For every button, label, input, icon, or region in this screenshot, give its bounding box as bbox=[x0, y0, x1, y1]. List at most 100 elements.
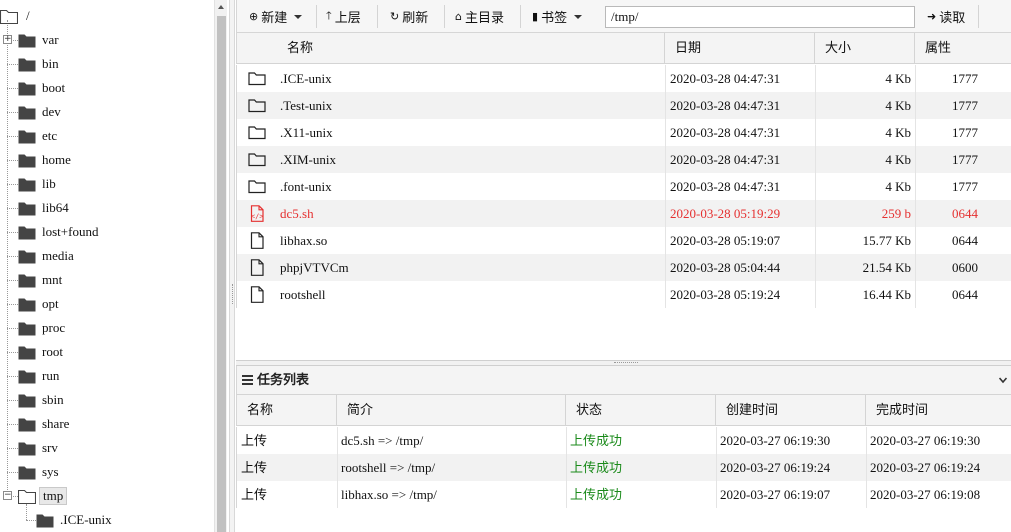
task-row[interactable]: 上传 dc5.sh => /tmp/上传成功 2020-03-27 06:19:30… bbox=[236, 427, 1011, 454]
tree-item-tmp[interactable]: tmp bbox=[18, 484, 68, 508]
task-column-status[interactable]: 状态 bbox=[566, 395, 716, 425]
toolbar-divider bbox=[316, 5, 317, 28]
file-row[interactable]: </> dc5.sh 2020-03-28 05:19:29 259 b 0644 bbox=[236, 200, 1011, 227]
tree-child-item[interactable]: .ICE-unix bbox=[36, 508, 115, 532]
task-name: 上传 bbox=[241, 433, 268, 448]
column-divider bbox=[665, 173, 666, 200]
file-row[interactable]: .X11-unix 2020-03-28 04:47:31 4 Kb 1777 bbox=[236, 119, 1011, 146]
tree-item-run[interactable]: run bbox=[18, 364, 62, 388]
file-date: 2020-03-28 05:04:44 bbox=[670, 260, 781, 275]
tree-root[interactable]: / bbox=[0, 4, 33, 28]
folder-icon bbox=[18, 106, 36, 119]
folder-icon bbox=[18, 58, 36, 71]
tree-item-share[interactable]: share bbox=[18, 412, 72, 436]
tree-branch-line bbox=[7, 448, 18, 449]
file-icon bbox=[250, 259, 264, 276]
task-column-name[interactable]: 名称 bbox=[237, 395, 337, 425]
task-row[interactable]: 上传 rootshell => /tmp/上传成功 2020-03-27 06:19… bbox=[236, 454, 1011, 481]
folder-icon bbox=[18, 130, 36, 143]
task-column-created[interactable]: 创建时间 bbox=[716, 395, 866, 425]
refresh-button[interactable]: ↻ 刷新 bbox=[390, 6, 428, 27]
task-created-time: 2020-03-27 06:19:07 bbox=[720, 487, 831, 502]
file-row[interactable]: libhax.so 2020-03-28 05:19:07 15.77 Kb 0644 bbox=[236, 227, 1011, 254]
column-header-perm[interactable]: 属性 bbox=[915, 33, 1011, 63]
chevron-down-icon[interactable] bbox=[999, 376, 1007, 384]
task-description: libhax.so => /tmp/ bbox=[341, 487, 437, 502]
home-icon: ⌂ bbox=[455, 10, 462, 23]
tree-item-lost-found[interactable]: lost+found bbox=[18, 220, 101, 244]
tree-item-var[interactable]: var bbox=[18, 28, 62, 52]
column-divider bbox=[337, 481, 338, 508]
column-header-name[interactable]: 名称 bbox=[237, 33, 665, 63]
tree-item-dev[interactable]: dev bbox=[18, 100, 64, 124]
splitter-grip bbox=[232, 284, 233, 304]
tree-item-proc[interactable]: proc bbox=[18, 316, 68, 340]
code-file-icon: </> bbox=[251, 205, 264, 222]
toolbar-divider bbox=[377, 5, 378, 28]
tree-item-etc[interactable]: etc bbox=[18, 124, 60, 148]
toolbar-divider bbox=[978, 5, 979, 28]
tree-item-home[interactable]: home bbox=[18, 148, 74, 172]
task-column-done[interactable]: 完成时间 bbox=[866, 395, 1011, 425]
file-row[interactable]: phpjVTVCm 2020-03-28 05:04:44 21.54 Kb 0600 bbox=[236, 254, 1011, 281]
tree-item-lib[interactable]: lib bbox=[18, 172, 59, 196]
bookmark-button[interactable]: ▮ 书签 bbox=[532, 6, 583, 27]
new-button[interactable]: ⊕ 新建 bbox=[249, 6, 303, 27]
path-input[interactable] bbox=[605, 6, 915, 28]
directory-tree: + − / var bin boot dev etc home lib lib64 lost+fou… bbox=[0, 0, 230, 532]
file-icon bbox=[250, 286, 264, 303]
file-name: rootshell bbox=[280, 287, 326, 302]
column-divider bbox=[566, 454, 567, 481]
collapse-toggle-icon[interactable]: − bbox=[3, 491, 12, 500]
file-row[interactable]: .ICE-unix 2020-03-28 04:47:31 4 Kb 1777 bbox=[236, 65, 1011, 92]
tree-item-media[interactable]: media bbox=[18, 244, 77, 268]
file-row[interactable]: rootshell 2020-03-28 05:19:24 16.44 Kb 0644 bbox=[236, 281, 1011, 308]
tree-branch-line bbox=[7, 472, 18, 473]
tree-item-sys[interactable]: sys bbox=[18, 460, 62, 484]
tree-item-boot[interactable]: boot bbox=[18, 76, 68, 100]
tree-item-sbin[interactable]: sbin bbox=[18, 388, 67, 412]
file-row[interactable]: .XIM-unix 2020-03-28 04:47:31 4 Kb 1777 bbox=[236, 146, 1011, 173]
tree-item-label: opt bbox=[42, 296, 59, 311]
column-divider bbox=[665, 146, 666, 173]
tree-branch-line bbox=[7, 304, 18, 305]
task-panel-header[interactable]: 任务列表 bbox=[236, 366, 1011, 395]
tree-branch-line bbox=[7, 160, 18, 161]
plus-circle-icon: ⊕ bbox=[249, 10, 259, 23]
column-header-size[interactable]: 大小 bbox=[815, 33, 915, 63]
tree-item-bin[interactable]: bin bbox=[18, 52, 62, 76]
up-button[interactable]: 🡑 上层 bbox=[326, 6, 361, 27]
read-button[interactable]: ➜ 读取 bbox=[927, 6, 965, 27]
column-divider bbox=[915, 200, 916, 227]
up-label: 上层 bbox=[334, 10, 361, 25]
scrollbar-thumb[interactable] bbox=[217, 16, 226, 532]
tree-item-lib64[interactable]: lib64 bbox=[18, 196, 72, 220]
home-button[interactable]: ⌂ 主目录 bbox=[455, 6, 504, 27]
column-header-date[interactable]: 日期 bbox=[665, 33, 815, 63]
tree-item-opt[interactable]: opt bbox=[18, 292, 62, 316]
tree-item-mnt[interactable]: mnt bbox=[18, 268, 65, 292]
vertical-splitter[interactable] bbox=[229, 0, 235, 532]
file-row[interactable]: .font-unix 2020-03-28 04:47:31 4 Kb 1777 bbox=[236, 173, 1011, 200]
file-size: 15.77 Kb bbox=[862, 233, 911, 248]
task-row[interactable]: 上传 libhax.so => /tmp/上传成功 2020-03-27 06:19… bbox=[236, 481, 1011, 508]
folder-icon bbox=[18, 226, 36, 239]
file-name: .font-unix bbox=[280, 179, 332, 194]
column-divider bbox=[866, 427, 867, 454]
scroll-up-icon[interactable] bbox=[218, 5, 224, 9]
folder-icon bbox=[248, 72, 266, 86]
expand-toggle-icon[interactable]: + bbox=[3, 35, 12, 44]
file-date: 2020-03-28 05:19:24 bbox=[670, 287, 781, 302]
tree-item-srv[interactable]: srv bbox=[18, 436, 61, 460]
folder-icon bbox=[18, 250, 36, 263]
tree-scrollbar[interactable] bbox=[214, 0, 227, 532]
task-column-desc[interactable]: 简介 bbox=[337, 395, 566, 425]
tree-item-root[interactable]: root bbox=[18, 340, 66, 364]
column-divider bbox=[815, 227, 816, 254]
file-row[interactable]: .Test-unix 2020-03-28 04:47:31 4 Kb 1777 bbox=[236, 92, 1011, 119]
file-permissions: 0644 bbox=[952, 233, 978, 248]
folder-icon bbox=[18, 322, 36, 335]
file-name: dc5.sh bbox=[280, 206, 314, 221]
tree-item-label: bin bbox=[42, 56, 59, 71]
column-divider bbox=[915, 173, 916, 200]
